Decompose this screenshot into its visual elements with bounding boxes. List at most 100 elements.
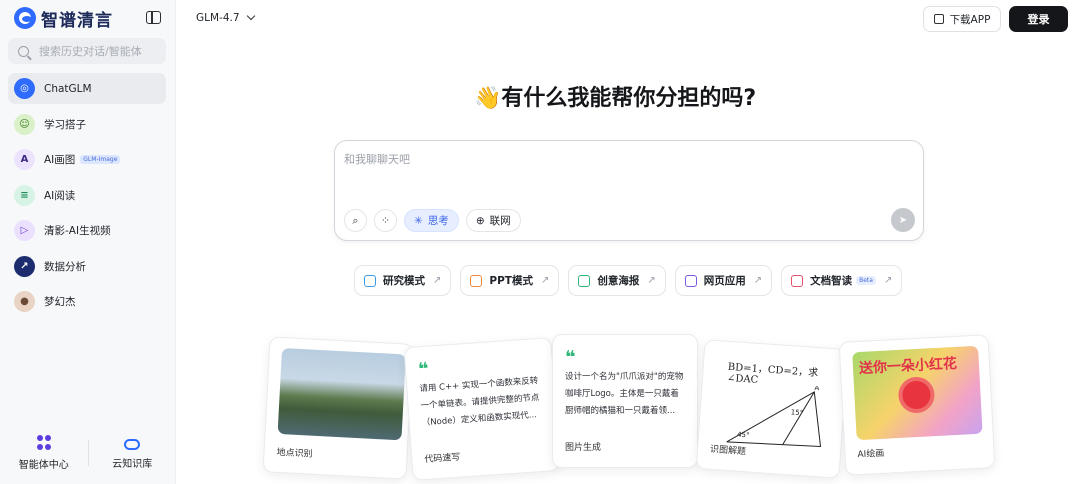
ai-read-icon: ≡ <box>14 184 35 206</box>
example-card-code[interactable]: ❝ 请用 C++ 实现一个函数来反转一个单链表。请提供完整的节点（Node）定义… <box>403 337 561 481</box>
card-prompt: 设计一个名为"爪爪派对"的宠物咖啡厅Logo。主体是一只戴着厨师帽的橘猫和一只戴… <box>565 372 684 416</box>
example-card-location[interactable]: 地点识别 <box>262 336 414 480</box>
card-label: 地点识别 <box>276 447 313 460</box>
arrow-up-right-icon: ↗ <box>753 275 763 286</box>
card-label: 图片生成 <box>565 443 602 453</box>
login-button[interactable]: 登录 <box>1009 6 1068 32</box>
chat-input-box: ⌕ ⁘ ✳ 思考 ⊕ 联网 ➤ <box>334 140 924 241</box>
feature-doc-read[interactable]: 文档智读 Beta ↗ <box>781 265 903 296</box>
phone-icon <box>933 14 944 24</box>
sidebar-item-ai-read[interactable]: ≡ AI阅读 <box>8 180 166 211</box>
beta-badge: Beta <box>856 276 876 285</box>
sidebar-item-video[interactable]: ▷ 清影-AI生视频 <box>8 215 166 246</box>
apps-grid-icon <box>36 435 51 451</box>
web-search-toggle[interactable]: ⊕ 联网 <box>465 209 521 232</box>
illustration-caption: 送你一朵小红花 <box>858 355 958 377</box>
ppt-icon <box>470 274 483 287</box>
sidebar-item-study[interactable]: ☺ 学习搭子 <box>8 109 166 140</box>
search-icon <box>18 45 29 57</box>
angle-label-45: 45° <box>737 431 750 440</box>
video-icon: ▷ <box>14 220 35 241</box>
card-label: 代码速写 <box>424 452 461 466</box>
knowledge-base-label: 云知识库 <box>112 459 153 470</box>
sidebar-item-user[interactable]: ● 梦幻杰 <box>8 286 166 317</box>
card-prompt: 请用 C++ 实现一个函数来反转一个单链表。请提供完整的节点（Node）定义和函… <box>419 376 540 429</box>
study-buddy-icon: ☺ <box>14 113 35 135</box>
arrow-up-right-icon: ↗ <box>540 275 550 286</box>
feature-label: PPT模式 <box>489 275 533 287</box>
chatglm-icon: ◎ <box>14 78 35 99</box>
brand[interactable]: 智谱清言 <box>14 7 113 31</box>
document-icon <box>791 274 804 287</box>
think-label: 思考 <box>427 215 449 227</box>
sidebar-item-label: 梦幻杰 <box>44 296 76 308</box>
send-button[interactable]: ➤ <box>891 208 915 232</box>
sidebar-item-label: 数据分析 <box>44 260 86 273</box>
example-card-solve[interactable]: BD=1，CD=2，求∠DAC A 45° 15° 识图解题 <box>695 339 849 479</box>
glm-image-badge: GLM-Image <box>80 155 121 164</box>
agent-center-button[interactable]: 智能体中心 <box>0 428 88 478</box>
arrow-up-right-icon: ↗ <box>883 275 893 286</box>
model-selector[interactable]: GLM-4.7 <box>196 11 255 24</box>
model-name: GLM-4.7 <box>196 12 240 24</box>
feature-label: 研究模式 <box>383 275 425 287</box>
example-card-image-gen[interactable]: ❝ 设计一个名为"爪爪派对"的宠物咖啡厅Logo。主体是一只戴着厨师帽的橘猫和一… <box>552 334 698 468</box>
brand-name: 智谱清言 <box>41 10 113 31</box>
input-toolbar: ⌕ ⁘ ✳ 思考 ⊕ 联网 <box>344 209 528 232</box>
feature-web-app[interactable]: 网页应用 ↗ <box>674 265 773 296</box>
atom-icon: ✳ <box>414 214 423 227</box>
sidebar-bottom-tools: 智能体中心 云知识库 <box>0 428 176 478</box>
app-root: 智谱清言 ◎ ChatGLM ☺ 学习搭子 A AI画图 GLM-Image ≡ <box>0 0 1080 484</box>
card-label: 识图解题 <box>709 444 747 458</box>
feature-label: 文档智读 <box>810 275 853 287</box>
sidebar-item-ai-draw[interactable]: A AI画图 GLM-Image <box>8 144 166 175</box>
attach-icon[interactable]: ⌕ <box>344 209 367 232</box>
arrow-up-right-icon: ↗ <box>433 275 442 286</box>
web-label: 联网 <box>489 215 511 227</box>
download-label: 下载APP <box>949 13 991 26</box>
user-avatar-icon: ● <box>14 291 35 312</box>
page-title: 👋有什么我能帮你分担的吗? <box>474 86 757 111</box>
angle-label-15: 15° <box>791 408 804 417</box>
sidebar-item-label: 学习搭子 <box>44 118 86 131</box>
sidebar-item-label: 清影-AI生视频 <box>44 225 111 237</box>
download-app-button[interactable]: 下载APP <box>923 6 1001 32</box>
knowledge-base-button[interactable]: 云知识库 <box>89 428 177 478</box>
sidebar-nav: ◎ ChatGLM ☺ 学习搭子 A AI画图 GLM-Image ≡ AI阅读… <box>8 73 166 322</box>
sidebar-item-label: ChatGLM <box>44 82 92 95</box>
sidebar: 智谱清言 ◎ ChatGLM ☺ 学习搭子 A AI画图 GLM-Image ≡ <box>0 0 176 484</box>
feature-label: 网页应用 <box>703 275 746 287</box>
chat-input[interactable] <box>344 151 904 191</box>
data-analysis-icon: ↗ <box>14 255 35 277</box>
cloud-icon <box>124 439 141 450</box>
sidebar-item-label: AI画图 <box>44 154 76 166</box>
brand-logo-icon <box>14 7 36 29</box>
red-flower-icon <box>901 380 932 410</box>
globe-icon: ⊕ <box>475 214 485 227</box>
feature-poster[interactable]: 创意海报 ↗ <box>568 265 666 296</box>
sidebar-item-label: AI阅读 <box>44 189 76 202</box>
arrow-up-right-icon: ↗ <box>647 275 656 286</box>
quote-icon: ❝ <box>565 347 576 368</box>
search-input[interactable] <box>39 44 159 58</box>
feature-research[interactable]: 研究模式 ↗ <box>354 265 452 296</box>
lake-pavilion-photo <box>277 347 406 441</box>
plugins-icon[interactable]: ⁘ <box>374 209 397 232</box>
sidebar-item-data-analysis[interactable]: ↗ 数据分析 <box>8 251 166 282</box>
research-icon <box>364 274 376 287</box>
feature-label: 创意海报 <box>597 275 640 287</box>
feature-shortcuts: 研究模式 ↗ PPT模式 ↗ 创意海报 ↗ 网页应用 ↗ 文档智读 Beta ↗ <box>354 265 911 296</box>
send-icon: ➤ <box>898 214 908 226</box>
poster-icon <box>578 274 591 287</box>
ai-draw-icon: A <box>14 149 35 170</box>
think-toggle[interactable]: ✳ 思考 <box>404 209 459 232</box>
agent-center-label: 智能体中心 <box>18 460 69 471</box>
sidebar-item-chatglm[interactable]: ◎ ChatGLM <box>8 73 166 104</box>
sidebar-toggle-icon[interactable] <box>146 11 161 24</box>
chevron-down-icon <box>246 11 255 21</box>
feature-ppt[interactable]: PPT模式 ↗ <box>460 265 560 296</box>
history-search[interactable] <box>8 38 166 64</box>
example-card-ai-paint[interactable]: 送你一朵小红花 AI绘画 <box>838 334 996 476</box>
flower-illustration: 送你一朵小红花 <box>852 345 983 441</box>
web-app-icon <box>684 274 697 287</box>
